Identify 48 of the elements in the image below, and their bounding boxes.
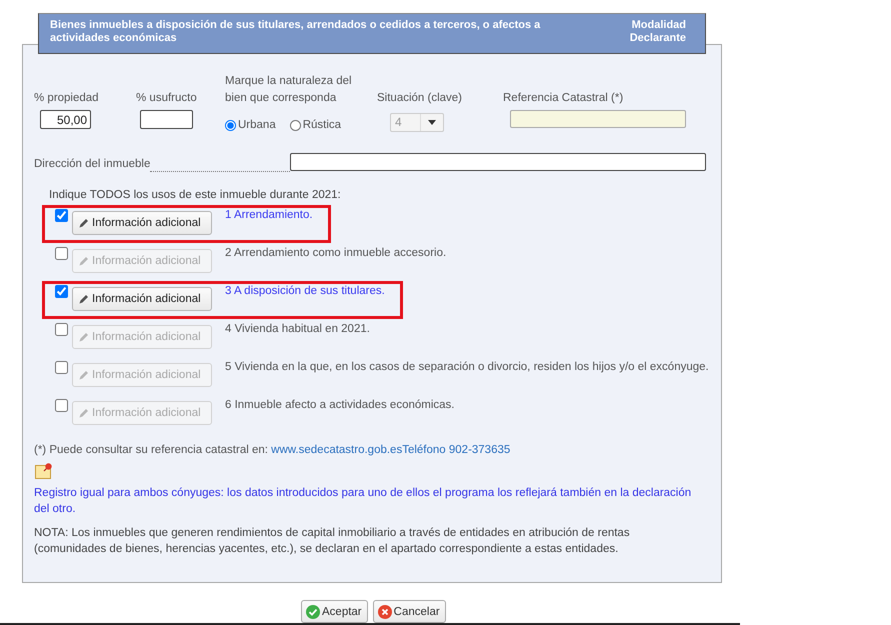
additional-info-button[interactable]: Información adicional [72,211,212,235]
additional-info-button[interactable]: Información adicional [72,287,212,311]
ownership-percent-input[interactable]: 50,00 [40,110,91,129]
pencil-icon [79,332,89,342]
caret-icon [428,120,436,125]
checkbox[interactable] [55,323,68,336]
radio-button[interactable] [290,120,301,130]
field-label: Situación (clave) [377,91,464,106]
pencil-icon [79,218,89,228]
field-label: Dirección del inmueble [34,158,150,171]
field-label: Referencia Catastral (*) [503,91,624,106]
checkbox[interactable] [55,285,68,298]
use-label: 4 Vivienda habitual en 2021. [225,322,370,337]
checkbox[interactable] [55,209,68,222]
cancel-button[interactable]: Cancelar [372,600,446,623]
close-icon [378,604,392,618]
use-label: 2 Arrendamiento como inmueble accesorio. [225,246,446,261]
field-label: % usufructo [136,91,198,106]
address-input[interactable] [290,153,706,171]
spouse-note: Registro igual para ambos cónyuges: los datos introducidos para uno de ellos el programa los reflejará también en la declaración del otro. [34,486,692,517]
checkbox[interactable] [55,247,68,260]
pinned-note-icon [35,462,53,479]
mode-label: Modalidad [632,19,686,32]
radio-label[interactable]: Urbana [238,119,276,131]
cadastral-reference-input[interactable] [510,110,686,128]
cadastre-link[interactable]: www.sedecatastro.gob.es [271,444,402,456]
check-icon [306,604,320,618]
note-text: NOTA: Los inmuebles que generen rendimientos de capital inmobiliario a través de entidades en atribución de rentas (comunidades de bienes, herencias yacentes, etc.), se declaran en el apartado correspondiente a estas entidades. [34,526,631,557]
mode-value: Declarante [630,32,686,45]
accept-button[interactable]: Aceptar [301,600,368,623]
pencil-icon [79,294,89,304]
checkbox[interactable] [55,399,68,412]
uses-prompt: Indique TODOS los usos de este inmueble durante 2021: [49,188,341,203]
field-label: Marque la naturaleza del bien que corresponda [225,74,353,106]
radio-label[interactable]: Rústica [302,119,342,131]
use-label: 5 Vivienda en la que, en los casos de separación o divorcio, residen los hijos y/o el excónyuge. [225,360,709,375]
pencil-icon [79,408,89,418]
section-title: Bienes inmuebles a disposición de sus titulares, arrendados o cedidos a terceros, o afectos a actividades económicas [50,19,542,46]
pencil-icon [79,370,89,380]
radio-button[interactable] [225,120,236,130]
use-label: 1 Arrendamiento. [225,208,313,223]
usufruct-percent-input[interactable] [140,110,193,129]
use-label: 6 Inmueble afecto a actividades económicas. [225,398,454,413]
checkbox[interactable] [55,361,68,374]
field-label: % propiedad [34,91,100,106]
use-label: 3 A disposición de sus titulares. [225,284,385,299]
pencil-icon [79,256,89,266]
footnote-text: (*) Puede consultar su referencia catastral en: www.sedecatastro.gob.esTeléfono 902-373635 [34,443,510,458]
